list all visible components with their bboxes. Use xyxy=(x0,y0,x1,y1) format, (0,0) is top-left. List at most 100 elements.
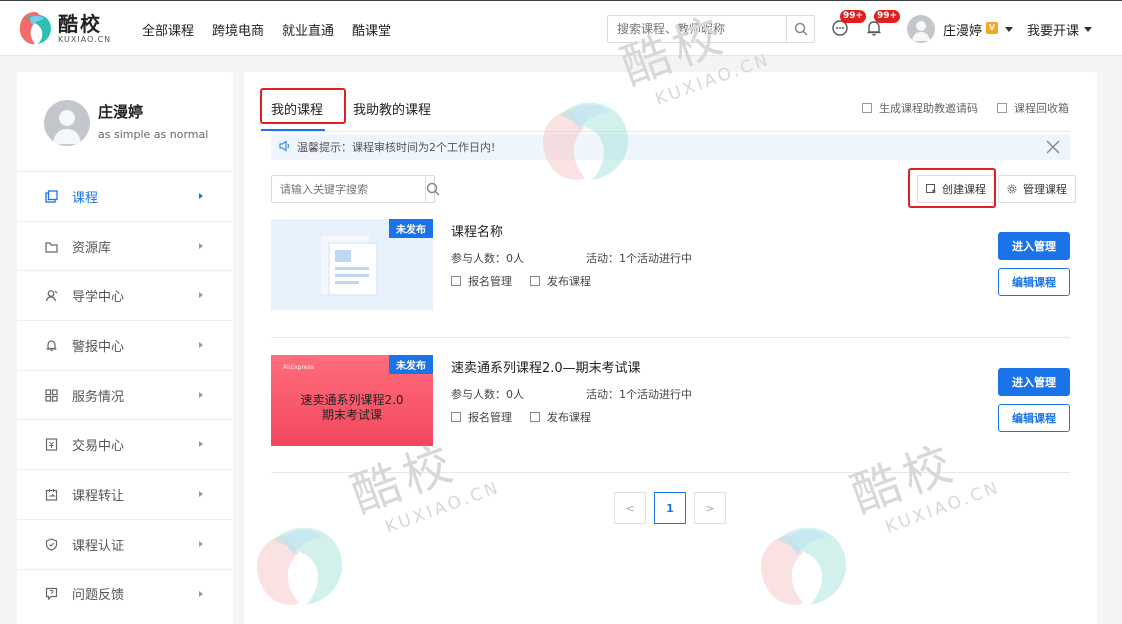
sidebar-item-guide[interactable]: 导学中心 xyxy=(17,270,233,320)
chevron-right-icon xyxy=(199,590,203,597)
enroll-manage-link[interactable]: 报名管理 xyxy=(451,409,512,425)
speaker-icon xyxy=(279,140,291,155)
course-title[interactable]: 速卖通系列课程2.0—期末考试课 xyxy=(451,357,641,376)
page-button[interactable]: 1 xyxy=(654,492,686,524)
enroll-manage-link[interactable]: 报名管理 xyxy=(451,273,512,289)
sidebar-item-service[interactable]: 服务情况 xyxy=(17,369,233,420)
sidebar-item-label: 警报中心 xyxy=(72,339,125,355)
transfer-icon xyxy=(44,487,58,501)
user-avatar[interactable] xyxy=(907,15,935,43)
header-search-input[interactable] xyxy=(608,16,786,42)
message-badge: 99+ xyxy=(840,10,867,23)
course-activity: 活动：1个活动进行中 xyxy=(586,388,692,401)
keyword-search xyxy=(271,175,440,203)
sidebar-item-label: 课程 xyxy=(72,190,99,206)
sidebar-item-alert[interactable]: 警报中心 xyxy=(17,320,233,370)
enter-manage-button[interactable]: 进入管理 xyxy=(998,368,1070,396)
course-divider xyxy=(271,337,1070,338)
search-icon[interactable] xyxy=(425,176,440,202)
sidebar-item-label: 交易中心 xyxy=(72,439,125,455)
guide-icon xyxy=(44,289,58,303)
publish-course-label: 发布课程 xyxy=(547,411,591,424)
header-user-name[interactable]: 庄漫婷 xyxy=(943,20,982,39)
site-logo[interactable]: 酷校 KUXIAO.CN xyxy=(16,9,111,47)
message-icon[interactable]: 99+ xyxy=(831,10,867,39)
main-panel: 我的课程 我助教的课程 生成课程助教邀请码 课程回收箱 温馨提示：课程审核时间为… xyxy=(244,72,1097,624)
publish-course-label: 发布课程 xyxy=(547,275,591,288)
resource-icon xyxy=(44,239,58,253)
sidebar-item-resource[interactable]: 资源库 xyxy=(17,220,233,271)
enroll-manage-label: 报名管理 xyxy=(468,275,512,288)
nav-career[interactable]: 就业直通 xyxy=(282,20,334,39)
user-menu-chevron-down-icon[interactable] xyxy=(1005,27,1013,32)
recycle-bin-link[interactable]: 课程回收箱 xyxy=(997,100,1069,116)
chevron-right-icon xyxy=(199,540,203,547)
edit-course-button[interactable]: 编辑课程 xyxy=(998,268,1070,296)
pagination: < 1 > xyxy=(614,492,734,524)
bell-icon xyxy=(44,338,58,352)
publish-course-link[interactable]: 发布课程 xyxy=(530,273,591,289)
logo-mark-icon xyxy=(16,9,54,47)
tab-assistant-courses[interactable]: 我助教的课程 xyxy=(353,99,431,118)
trade-icon xyxy=(44,438,58,452)
search-icon[interactable] xyxy=(786,16,814,42)
course-thumbnail[interactable]: 未发布 xyxy=(271,219,433,310)
sidebar-item-transfer[interactable]: 课程转让 xyxy=(17,469,233,519)
publish-course-link[interactable]: 发布课程 xyxy=(530,409,591,425)
nav-all-courses[interactable]: 全部课程 xyxy=(142,20,194,39)
sidebar-item-label: 课程转让 xyxy=(72,488,125,504)
open-course-chevron-down-icon[interactable] xyxy=(1084,27,1092,32)
profile-avatar[interactable] xyxy=(44,100,90,146)
course-thumbnail[interactable]: AliExpress 速卖通系列课程2.0 期末考试课 未发布 xyxy=(271,355,433,446)
gear-icon xyxy=(1007,184,1017,194)
bell-icon[interactable]: 99+ xyxy=(865,10,901,39)
enter-manage-button[interactable]: 进入管理 xyxy=(998,232,1070,260)
manage-course-label: 管理课程 xyxy=(1023,183,1067,196)
sidebar-item-label: 导学中心 xyxy=(72,290,125,306)
publish-icon xyxy=(530,412,540,422)
edit-course-button[interactable]: 编辑课程 xyxy=(998,404,1070,432)
course-divider xyxy=(271,472,1070,473)
nav-classroom[interactable]: 酷课堂 xyxy=(352,20,391,39)
manage-course-button[interactable]: 管理课程 xyxy=(998,175,1076,203)
sidebar-menu: 课程 资源库 导学中心 警报中心 服务情况 交易中心 课程转让 课程认证 问题反… xyxy=(17,171,233,618)
notice-bar: 温馨提示：课程审核时间为2个工作日内! xyxy=(271,134,1070,160)
keyword-search-input[interactable] xyxy=(272,176,425,202)
sidebar-item-feedback[interactable]: 问题反馈 xyxy=(17,568,233,619)
sidebar-item-trade[interactable]: 交易中心 xyxy=(17,419,233,469)
nav-cross-border[interactable]: 跨境电商 xyxy=(212,20,264,39)
enroll-icon xyxy=(451,412,461,422)
grid-icon xyxy=(44,388,58,402)
next-page-button[interactable]: > xyxy=(694,492,726,524)
course-card: 未发布 课程名称 参与人数：0人 活动：1个活动进行中 报名管理 发布课程 进入… xyxy=(271,219,1070,339)
chevron-right-icon xyxy=(199,292,203,299)
enroll-icon xyxy=(451,276,461,286)
create-course-highlight-box xyxy=(908,168,996,208)
recycle-bin-icon xyxy=(997,103,1007,113)
main-nav: 全部课程 跨境电商 就业直通 酷课堂 xyxy=(142,20,409,39)
generate-invite-code-link[interactable]: 生成课程助教邀请码 xyxy=(862,100,978,116)
profile-name: 庄漫婷 xyxy=(98,103,144,121)
open-course-link[interactable]: 我要开课 xyxy=(1027,20,1079,39)
thumbnail-title: 速卖通系列课程2.0 期末考试课 xyxy=(271,393,433,423)
sidebar-item-label: 问题反馈 xyxy=(72,588,125,604)
course-participants: 参与人数：0人 xyxy=(451,252,524,265)
sidebar-item-label: 课程认证 xyxy=(72,538,125,554)
course-participants: 参与人数：0人 xyxy=(451,388,524,401)
tab-highlight-box xyxy=(260,88,346,124)
chevron-right-icon xyxy=(199,242,203,249)
thumbnail-title-line: 速卖通系列课程2.0 xyxy=(300,393,404,407)
chevron-right-icon xyxy=(199,193,203,199)
logo-text: 酷校 xyxy=(58,11,102,36)
close-icon[interactable] xyxy=(1044,138,1062,156)
prev-page-button[interactable]: < xyxy=(614,492,646,524)
sidebar-item-label: 服务情况 xyxy=(72,389,125,405)
sidebar-item-certify[interactable]: 课程认证 xyxy=(17,518,233,569)
course-title[interactable]: 课程名称 xyxy=(451,221,503,240)
sidebar-item-course[interactable]: 课程 xyxy=(17,171,233,221)
shield-icon xyxy=(44,537,58,551)
generate-invite-code-label: 生成课程助教邀请码 xyxy=(879,102,978,115)
sidebar: 庄漫婷 as simple as normal 课程 资源库 导学中心 警报中心… xyxy=(17,72,233,624)
vip-icon: V xyxy=(986,22,998,34)
chevron-right-icon xyxy=(199,342,203,349)
